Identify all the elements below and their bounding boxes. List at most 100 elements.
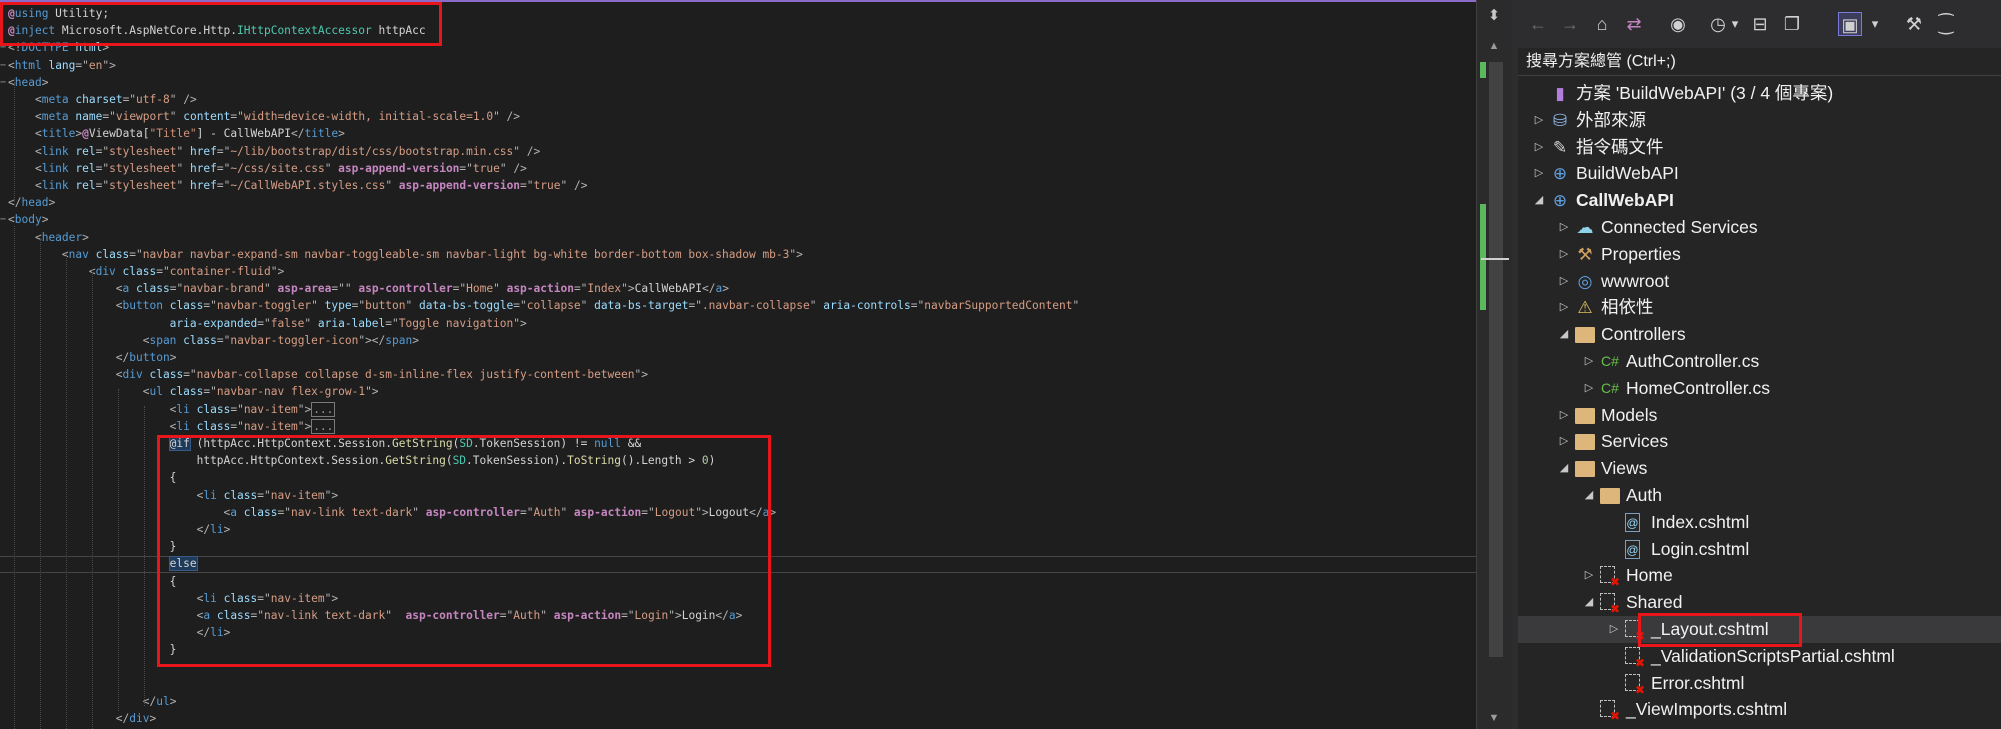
code-line[interactable]: <header> [8,229,89,246]
tree-item[interactable]: ▷ ⛁ 外部來源 [1518,107,2001,134]
expand-arrow-icon[interactable]: ▷ [1582,348,1596,375]
code-line[interactable]: <title>@ViewData["Title"] - CallWebAPI</… [8,125,345,142]
expand-arrow-icon[interactable]: ▷ [1532,160,1546,187]
expand-arrow-icon[interactable]: ▷ [1557,268,1571,295]
editor-vertical-scrollbar[interactable]: ⬍ ▲ ▼ [1476,0,1512,729]
tree-item[interactable]: ◢ Controllers [1518,321,2001,348]
code-line[interactable]: <link rel="stylesheet" href="~/css/site.… [8,160,527,177]
code-line[interactable]: <span class="navbar-toggler-icon"></span… [8,332,419,349]
code-line[interactable]: <li class="nav-item">... [8,418,336,435]
tree-item[interactable]: ▷ ✎ 指令碼文件 [1518,134,2001,161]
code-line[interactable]: <meta charset="utf-8" /> [8,91,197,108]
fold-toggle-icon[interactable]: − [0,211,10,228]
excluded-mark-icon: ✖ [1609,575,1620,590]
scroll-thumb[interactable] [1489,62,1503,657]
code-token: "> [513,316,527,330]
code-token: =" [216,161,231,175]
globe-icon[interactable]: ◉ [1666,12,1690,36]
expand-arrow-icon[interactable]: ▷ [1557,402,1571,429]
scroll-up-icon[interactable]: ▲ [1487,40,1501,52]
code-line[interactable]: </head> [8,194,55,211]
expand-arrow-icon[interactable]: ▷ [1557,241,1571,268]
history-icon[interactable]: ◷ [1706,12,1730,36]
code-line[interactable]: <ul class="navbar-nav flex-grow-1"> [8,383,379,400]
code-line[interactable]: <meta name="viewport" content="width=dev… [8,108,520,125]
tree-item[interactable]: ▷ Services [1518,428,2001,455]
code-token: link [41,161,69,175]
code-line[interactable]: </div> [8,710,156,727]
code-line[interactable]: <div class="container-fluid"> [8,263,284,280]
tree-item[interactable]: ▷ C# HomeController.cs [1518,375,2001,402]
tree-item-label: CallWebAPI [1576,190,1674,211]
tree-item[interactable]: ▷ ⚒ Properties [1518,241,2001,268]
code-line[interactable]: <button class="navbar-toggler" type="but… [8,297,1079,314]
code-line[interactable]: <link rel="stylesheet" href="~/CallWebAP… [8,177,587,194]
search-input[interactable]: 搜尋方案總管 (Ctrl+;) [1518,48,2001,76]
tree-item[interactable]: ▷ C# AuthController.cs [1518,348,2001,375]
csharp-file-icon: C# [1601,379,1619,396]
code-token: link [41,144,69,158]
code-token: " [580,299,595,313]
back-icon[interactable]: ← [1526,12,1550,36]
code-editor[interactable]: @using Utility; @inject Microsoft.AspNetC… [0,0,1476,729]
pin-icon[interactable]: ⁐ [1934,12,1958,36]
tree-item[interactable]: ▷ ☁ Connected Services [1518,214,2001,241]
expand-arrow-icon[interactable]: ▷ [1582,375,1596,402]
chevron-down-icon[interactable]: ▾ [1868,12,1882,36]
collapse-arrow-icon[interactable]: ◢ [1582,589,1596,616]
collapse-arrow-icon[interactable]: ◢ [1582,482,1596,509]
code-token: link [41,179,69,192]
code-token: "> [297,402,312,416]
chevron-down-icon[interactable]: ▾ [1728,12,1742,36]
change-marker [1480,62,1486,78]
tree-item[interactable]: ▷ ⊕ BuildWebAPI [1518,160,2001,187]
excluded-folder-icon: ✖ [1600,593,1620,615]
show-all-files-icon[interactable]: ▣ [1838,12,1862,36]
expand-arrow-icon[interactable]: ▷ [1532,134,1546,161]
wrench-icon[interactable]: ⚒ [1902,12,1926,36]
tree-item[interactable]: ◢ Views [1518,455,2001,482]
expand-arrow-icon[interactable]: ▷ [1532,107,1546,134]
tree-item[interactable]: ✖ Error.cshtml [1518,670,2001,697]
expand-arrow-icon[interactable]: ▷ [1607,616,1621,643]
collapsed-region[interactable]: ... [311,418,336,434]
collapse-arrow-icon[interactable]: ◢ [1557,321,1571,348]
tree-item[interactable]: ◢ Auth [1518,482,2001,509]
code-token: href [189,144,217,158]
scroll-down-icon[interactable]: ▼ [1487,712,1501,724]
tree-item[interactable]: ▷ ◎ wwwroot [1518,268,2001,295]
collapse-arrow-icon[interactable]: ◢ [1557,455,1571,482]
code-line[interactable]: aria-expanded="false" aria-label="Toggle… [8,315,527,332]
forward-icon[interactable]: → [1558,12,1582,36]
code-line[interactable]: <a class="navbar-brand" asp-area="" asp-… [8,280,729,297]
code-line[interactable]: <li class="nav-item">... [8,401,336,418]
tree-item[interactable]: ◢ ⊕ CallWebAPI [1518,187,2001,214]
copy-icon[interactable]: ❐ [1780,12,1804,36]
code-token: meta [41,110,69,124]
code-line[interactable]: <html lang="en"> [8,57,116,74]
code-line[interactable]: <link rel="stylesheet" href="~/lib/boots… [8,143,540,160]
expand-arrow-icon[interactable]: ▷ [1557,214,1571,241]
tree-item[interactable]: ▷ ⚠ 相依性 [1518,294,2001,321]
expand-arrow-icon[interactable]: ▷ [1557,294,1571,321]
collapse-arrow-icon[interactable]: ◢ [1532,187,1546,214]
home-icon[interactable]: ⌂ [1590,12,1614,36]
collapsed-region[interactable]: ... [311,401,336,417]
code-token: " /> [493,110,521,124]
tree-item[interactable]: ✖ _ViewImports.cshtml [1518,696,2001,723]
tree-item[interactable]: ▷ Models [1518,402,2001,429]
split-editor-icon[interactable]: ⬍ [1487,6,1501,26]
collapse-all-icon[interactable]: ⊟ [1748,12,1772,36]
tree-item[interactable]: @ Index.cshtml [1518,509,2001,536]
code-line[interactable]: <nav class="navbar navbar-expand-sm navb… [8,246,803,263]
expand-arrow-icon[interactable]: ▷ [1582,562,1596,589]
code-line[interactable]: <div class="navbar-collapse collapse d-s… [8,366,648,383]
fold-toggle-icon[interactable]: − [0,74,10,91]
tree-item[interactable]: ▷ ✖ Home [1518,562,2001,589]
switch-views-icon[interactable]: ⇄ [1622,12,1646,36]
fold-toggle-icon[interactable]: − [0,57,10,74]
tree-item[interactable]: @ Login.cshtml [1518,536,2001,563]
expand-arrow-icon[interactable]: ▷ [1557,428,1571,455]
tree-item[interactable]: ▮ 方案 'BuildWebAPI' (3 / 4 個專案) [1518,80,2001,107]
